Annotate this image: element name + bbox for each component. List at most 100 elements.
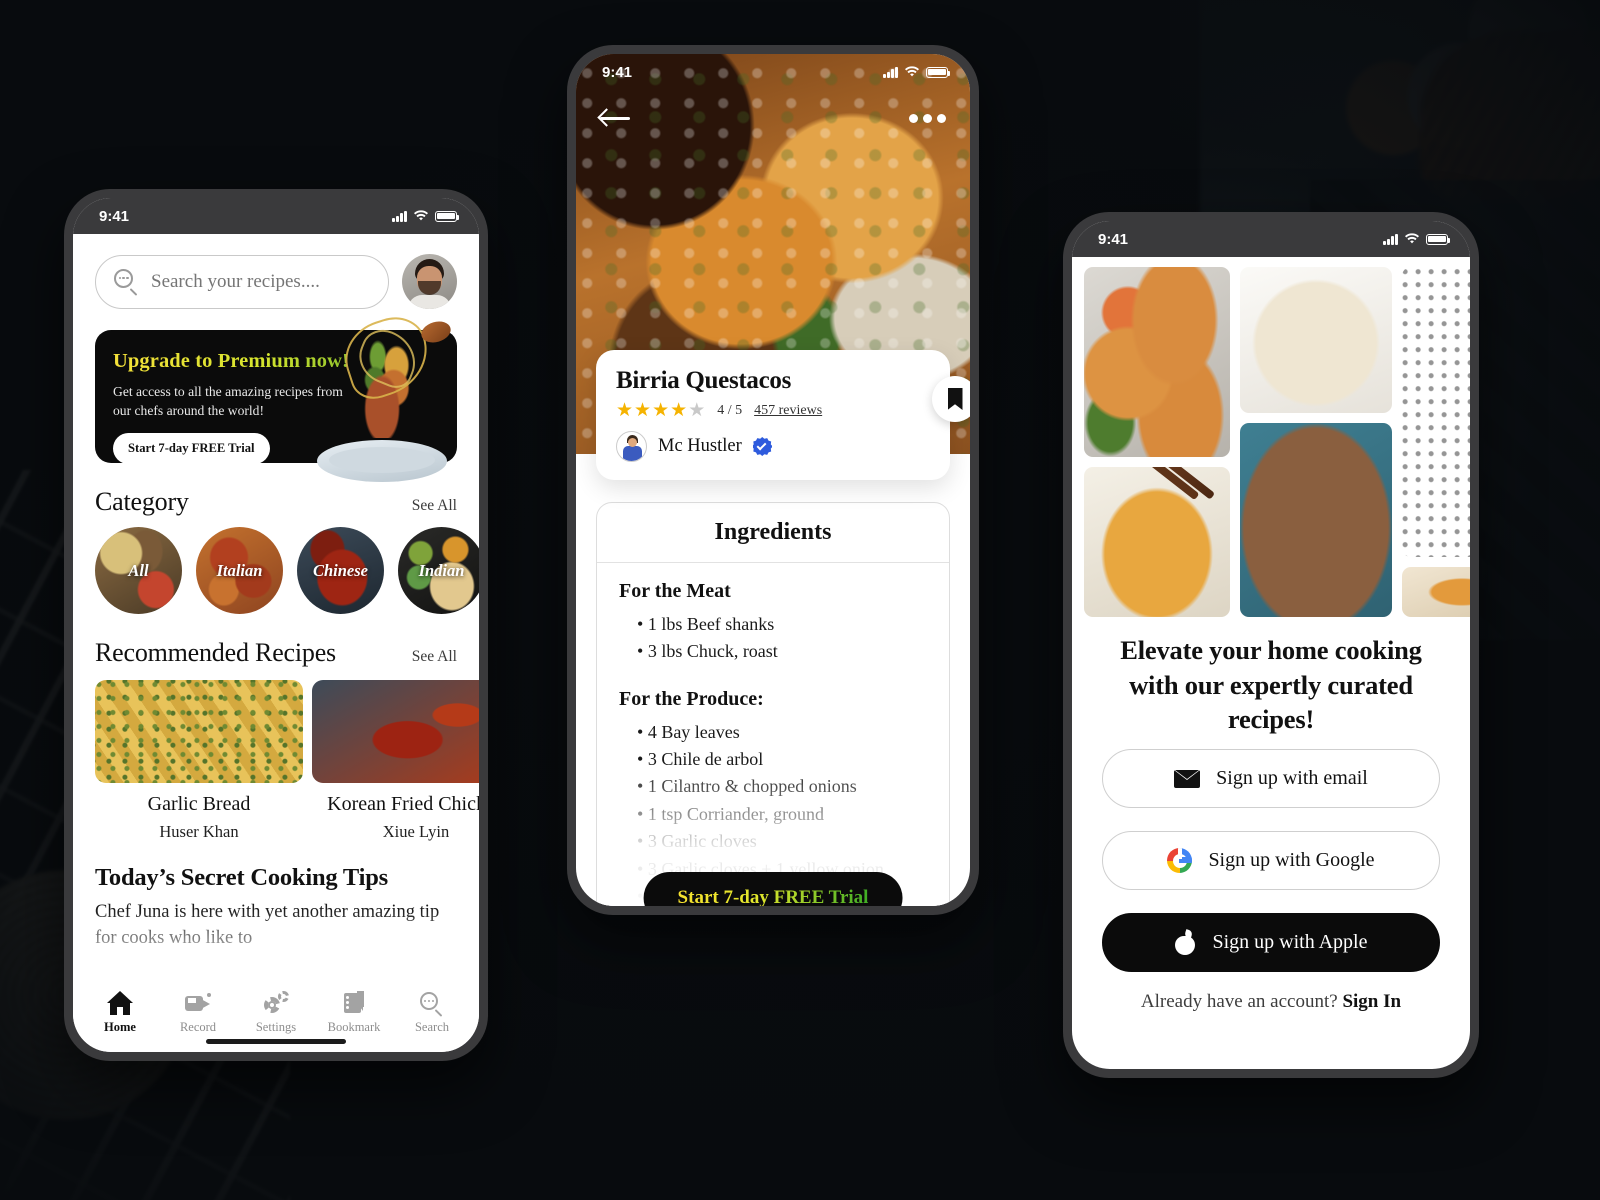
category-see-all-link[interactable]: See All bbox=[412, 497, 457, 515]
search-icon bbox=[114, 269, 139, 296]
reviews-link[interactable]: 457 reviews bbox=[754, 403, 822, 419]
premium-banner-title: Upgrade to Premium now! bbox=[113, 350, 439, 373]
phone1-screen: 9:41 Search your recipes.... Upgrade to … bbox=[73, 198, 479, 1052]
category-chip-indian[interactable]: Indian bbox=[398, 527, 479, 614]
recipe-top-bar bbox=[576, 90, 970, 146]
tab-label: Search bbox=[414, 1020, 449, 1034]
tab-label: Home bbox=[104, 1020, 136, 1034]
premium-banner-subtitle: Get access to all the amazing recipes fr… bbox=[113, 384, 343, 419]
category-chip-all[interactable]: All bbox=[95, 527, 182, 614]
recipe-chef: Xiue Lyin bbox=[382, 822, 450, 841]
rating-row: ★ ★ ★ ★ ★ 4 / 5 457 reviews bbox=[616, 401, 930, 420]
home-icon bbox=[107, 991, 133, 1015]
recipe-card-garlic-bread[interactable]: Garlic Bread Huser Khan bbox=[95, 680, 303, 842]
gallery-column-3 bbox=[1402, 267, 1470, 617]
ingredients-header: Ingredients bbox=[597, 503, 949, 563]
gallery-image-saffron-rice-dish bbox=[1402, 567, 1470, 617]
gallery-image-avocado-sushi-rolls bbox=[1402, 267, 1470, 557]
start-trial-label: Start 7-day FREE Trial bbox=[677, 887, 869, 906]
battery-icon bbox=[926, 66, 951, 78]
tab-record[interactable]: Record bbox=[163, 991, 233, 1035]
search-input[interactable] bbox=[151, 270, 370, 293]
cellular-signal-icon bbox=[1383, 233, 1398, 245]
tab-settings[interactable]: Settings bbox=[241, 991, 311, 1035]
sign-in-link[interactable]: Sign In bbox=[1342, 991, 1401, 1012]
search-icon bbox=[419, 991, 445, 1017]
premium-banner[interactable]: Upgrade to Premium now! Get access to al… bbox=[95, 308, 457, 482]
back-arrow-icon[interactable] bbox=[597, 108, 630, 128]
status-indicators bbox=[883, 66, 951, 78]
category-label-chinese: Chinese bbox=[312, 560, 368, 580]
tab-label: Bookmark bbox=[327, 1020, 381, 1034]
phone-mockup-home: 9:41 Search your recipes.... Upgrade to … bbox=[64, 189, 488, 1061]
category-list: All Italian Chinese Indian bbox=[95, 527, 479, 614]
author-row[interactable]: Mc Hustler bbox=[616, 431, 930, 462]
signup-with-email-button[interactable]: Sign up with email bbox=[1102, 749, 1440, 808]
recipe-info-card: Birria Questacos ★ ★ ★ ★ ★ 4 / 5 457 reviews… bbox=[596, 350, 970, 480]
signup-button-label: Sign up with Google bbox=[1208, 849, 1375, 871]
category-label-indian: Indian bbox=[418, 560, 465, 580]
status-indicators bbox=[1383, 233, 1451, 245]
ingredients-card: Ingredients For the Meat • 1 lbs Beef sh… bbox=[596, 502, 950, 906]
category-label-italian: Italian bbox=[216, 560, 263, 580]
signup-with-google-button[interactable]: Sign up with Google bbox=[1102, 831, 1440, 890]
more-options-icon[interactable] bbox=[909, 113, 946, 123]
signup-with-apple-button[interactable]: Sign up with Apple bbox=[1102, 913, 1440, 972]
ingredient-group-title: For the Meat bbox=[619, 580, 731, 602]
category-section-header: Category See All bbox=[95, 487, 457, 517]
battery-icon bbox=[1426, 233, 1451, 245]
recipe-name: Korean Fried Chicken bbox=[327, 793, 479, 815]
signup-button-label: Sign up with email bbox=[1216, 767, 1368, 789]
status-time: 9:41 bbox=[1098, 230, 1129, 248]
bookmark-button[interactable] bbox=[932, 376, 970, 422]
signup-buttons: Sign up with email Sign up with Google S… bbox=[1102, 749, 1440, 995]
ingredient-item: • 1 lbs Beef shanks bbox=[637, 614, 775, 634]
phone3-status-bar: 9:41 bbox=[1072, 221, 1470, 257]
start-trial-button[interactable]: Start 7-day FREE Trial bbox=[113, 432, 270, 464]
recipe-name: Garlic Bread bbox=[147, 793, 251, 815]
phone2-status-bar: 9:41 bbox=[576, 54, 970, 90]
gallery-image-creamy-chicken-alfredo bbox=[1240, 267, 1392, 413]
ingredient-group-list-meat: • 1 lbs Beef shanks • 3 lbs Chuck, roast bbox=[637, 611, 927, 666]
signin-prompt-text: Already have an account? bbox=[1140, 991, 1338, 1012]
gallery-image-orange-chicken-rice-bowl bbox=[1084, 467, 1230, 617]
google-icon bbox=[1167, 848, 1193, 873]
author-avatar bbox=[616, 431, 647, 462]
start-trial-floating-button[interactable]: Start 7-day FREE Trial bbox=[643, 872, 903, 906]
phone1-status-bar: 9:41 bbox=[73, 198, 479, 234]
phone-mockup-signup: 9:41 Elevate your home cooking with our … bbox=[1063, 212, 1479, 1078]
wifi-icon bbox=[1405, 233, 1419, 244]
category-label-all: All bbox=[128, 560, 149, 580]
recipe-chef: Huser Khan bbox=[159, 822, 239, 841]
search-box[interactable] bbox=[95, 254, 389, 309]
ingredient-group-title: For the Produce: bbox=[619, 687, 764, 710]
gallery-image-bbq-salmon-mango-bowl bbox=[1240, 423, 1392, 617]
recipe-card-korean-fried-chicken[interactable]: Korean Fried Chicken Xiue Lyin bbox=[312, 680, 479, 842]
bookmark-icon bbox=[947, 388, 963, 410]
recipe-thumbnail-garlic-bread bbox=[95, 680, 303, 783]
tab-search[interactable]: Search bbox=[397, 991, 467, 1035]
phone-mockup-recipe-detail: 9:41 Birria Questacos ★ ★ ★ ★ ★ 4 / 5 457 re… bbox=[567, 45, 979, 915]
tab-label: Record bbox=[179, 1020, 217, 1034]
cellular-signal-icon bbox=[883, 66, 898, 78]
status-indicators bbox=[392, 210, 460, 222]
signin-prompt: Already have an account? Sign In bbox=[1072, 991, 1470, 1013]
ingredients-header-label: Ingredients bbox=[714, 519, 832, 545]
recommended-title: Recommended Recipes bbox=[95, 638, 336, 667]
tab-home[interactable]: Home bbox=[85, 991, 155, 1035]
signup-button-label: Sign up with Apple bbox=[1212, 931, 1368, 953]
home-indicator bbox=[206, 1039, 346, 1044]
recommended-see-all-link[interactable]: See All bbox=[412, 648, 457, 666]
category-chip-italian[interactable]: Italian bbox=[196, 527, 283, 614]
avatar[interactable] bbox=[402, 254, 457, 309]
author-name: Mc Hustler bbox=[658, 436, 742, 456]
ingredient-item: • 4 Bay leaves bbox=[637, 721, 740, 742]
video-camera-icon bbox=[185, 991, 211, 1015]
gallery-column-1 bbox=[1084, 267, 1230, 617]
phone3-screen: 9:41 Elevate your home cooking with our … bbox=[1072, 221, 1470, 1069]
category-chip-chinese[interactable]: Chinese bbox=[297, 527, 384, 614]
status-time: 9:41 bbox=[602, 63, 633, 81]
cooking-tips-title: Today’s Secret Cooking Tips bbox=[95, 864, 388, 891]
tab-bookmark[interactable]: Bookmark bbox=[319, 991, 389, 1035]
